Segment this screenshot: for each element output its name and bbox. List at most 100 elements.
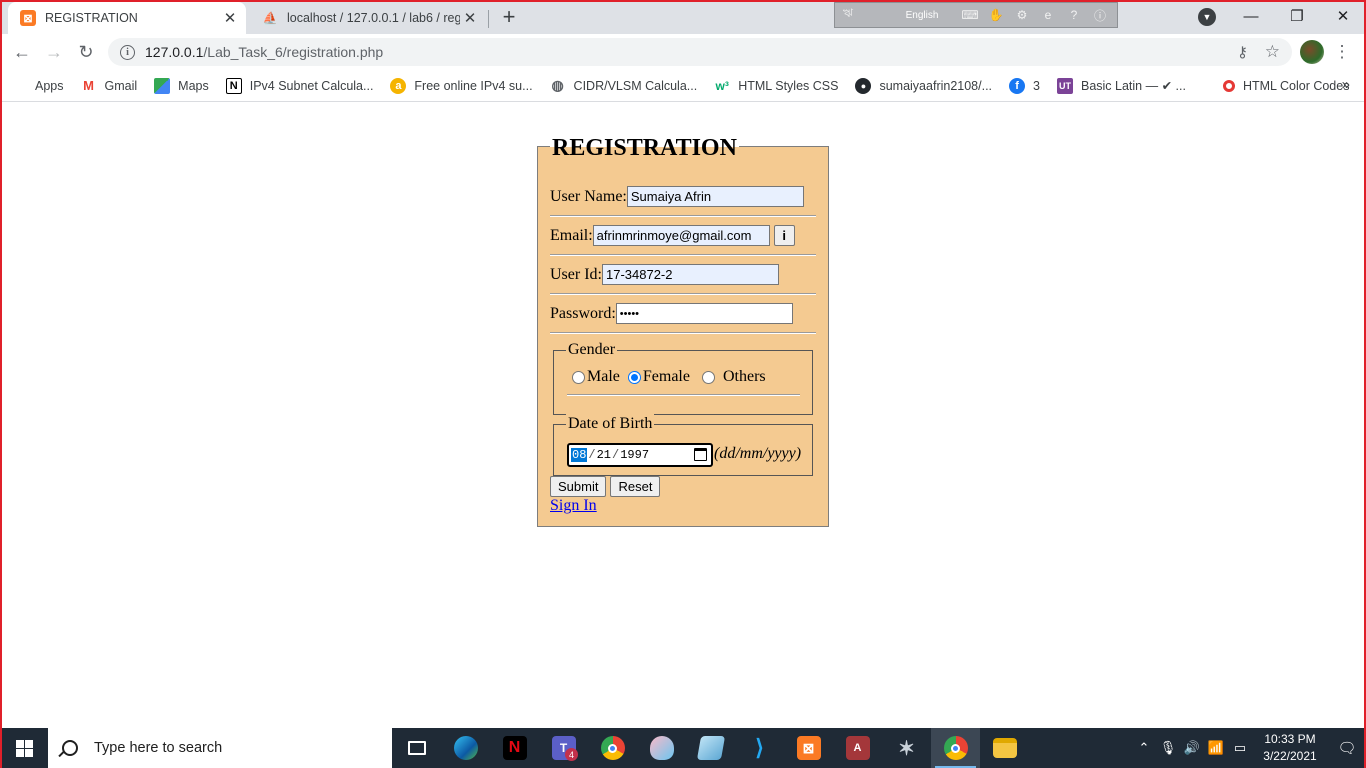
chevron-right-icon[interactable]: » (1342, 76, 1350, 93)
tab-separator (488, 10, 489, 28)
forward-arrow-icon[interactable]: → (40, 38, 68, 66)
pin-icon[interactable] (861, 5, 887, 25)
email-info-button[interactable]: i (773, 225, 795, 246)
xampp-icon: ⊠ (20, 10, 36, 26)
microphone-icon[interactable]: 🎙 (1156, 740, 1180, 756)
dob-day[interactable]: 21 (597, 448, 611, 462)
male-radio[interactable] (572, 370, 585, 384)
userid-input[interactable]: 17-34872-2 (601, 264, 779, 285)
speaker-icon[interactable]: 🔊 (1180, 740, 1204, 756)
email-row: Email: afrinmrinmoye@gmail.com i (550, 225, 795, 246)
profile-avatar[interactable] (1300, 40, 1324, 64)
w3schools-icon: w³ (715, 78, 729, 93)
task-view-button[interactable] (392, 728, 441, 768)
dob-date-input[interactable]: 08/21/1997 (567, 443, 713, 467)
dob-month[interactable]: 08 (571, 448, 588, 462)
file-explorer-icon (992, 738, 1017, 758)
hand-icon[interactable]: ✋ (983, 5, 1009, 25)
close-tab-icon[interactable]: ✕ (460, 8, 480, 28)
sign-in-link[interactable]: Sign In (550, 497, 597, 515)
netflix-icon: N (502, 736, 527, 760)
close-window-icon[interactable]: ✕ (1320, 0, 1366, 32)
email-input[interactable]: afrinmrinmoye@gmail.com (592, 225, 770, 246)
bookmark-github[interactable]: ● sumaiyaafrin2108/... (855, 77, 992, 94)
bookmark-label: CIDR/VLSM Calcula... (573, 78, 698, 93)
password-key-icon[interactable]: ⚷ (1237, 43, 1248, 61)
site-info-icon[interactable]: i (120, 44, 135, 60)
xampp-button[interactable]: ⊠ (784, 728, 833, 768)
bookmark-free-ipv4[interactable]: a Free online IPv4 su... (390, 77, 533, 94)
bookmark-label: Basic Latin — ✔ ... (1080, 79, 1186, 93)
dob-fieldset: Date of Birth 08/21/1997 (dd/mm/yyyy) (553, 414, 813, 476)
url-path: /Lab_Task_6/registration.php (203, 44, 384, 60)
button-row: Submit Reset (550, 476, 661, 497)
tab-search-icon[interactable]: ▼ (1198, 8, 1216, 26)
notepad-icon (696, 736, 725, 760)
file-explorer-button[interactable] (980, 728, 1029, 768)
wifi-icon[interactable]: 📶 (1204, 740, 1228, 756)
username-input[interactable]: Sumaiya Afrin (626, 186, 804, 207)
edge-button[interactable] (441, 728, 490, 768)
start-button[interactable] (0, 728, 48, 768)
battery-icon[interactable]: ▭ (1228, 740, 1252, 756)
chevron-up-icon[interactable]: ⌃ (1132, 740, 1156, 756)
bookmark-gmail[interactable]: M Gmail (81, 78, 138, 94)
help-icon[interactable]: ? (1061, 5, 1087, 25)
password-input[interactable]: ••••• (615, 303, 793, 324)
tab-phpmyadmin[interactable]: ⛵ localhost / 127.0.0.1 / lab6 / regis ✕ (250, 2, 486, 34)
taskbar-search[interactable]: Type here to search (48, 728, 392, 768)
gmail-icon: M (83, 78, 94, 93)
password-row: Password: ••••• (550, 303, 793, 324)
bookmark-facebook[interactable]: f 3 (1009, 77, 1040, 94)
bookmark-html-color[interactable]: HTML Color Codes (1222, 79, 1349, 93)
chrome-button[interactable] (588, 728, 637, 768)
info-icon[interactable]: ⓘ (1087, 5, 1113, 25)
reset-button[interactable]: Reset (610, 476, 661, 497)
network-app-button[interactable]: ✶ (882, 728, 931, 768)
others-radio[interactable] (701, 370, 715, 384)
restore-icon[interactable]: ❐ (1274, 0, 1320, 32)
close-tab-icon[interactable]: ✕ (220, 8, 240, 28)
settings-icon[interactable]: ⚙ (1009, 5, 1035, 25)
submit-button[interactable]: Submit (550, 476, 607, 497)
bangla-keyboard-icon[interactable]: ঋ (835, 5, 861, 25)
divider (550, 215, 816, 217)
netflix-button[interactable]: N (490, 728, 539, 768)
network-icon: ✶ (898, 737, 915, 760)
paint-button[interactable] (637, 728, 686, 768)
ie-icon[interactable]: e (1035, 5, 1061, 25)
language-selector[interactable]: English (887, 10, 957, 21)
clock[interactable]: 10:33 PM 3/22/2021 (1252, 731, 1328, 765)
notification-icon[interactable]: 🗨 (1328, 739, 1366, 757)
notepad-button[interactable] (686, 728, 735, 768)
teams-button[interactable]: T4 (539, 728, 588, 768)
bookmark-maps[interactable]: Maps (154, 77, 209, 94)
minimize-icon[interactable]: — (1228, 0, 1274, 32)
bookmark-html-styles[interactable]: w³ HTML Styles CSS (714, 78, 839, 94)
address-bar[interactable]: i 127.0.0.1/Lab_Task_6/registration.php … (108, 38, 1292, 66)
keyboard-icon[interactable]: ⌨ (957, 5, 983, 25)
back-arrow-icon[interactable]: ← (8, 38, 36, 66)
calendar-icon[interactable] (694, 448, 707, 461)
chrome-active-button[interactable] (931, 728, 980, 768)
access-button[interactable]: A (833, 728, 882, 768)
chrome-icon (600, 736, 625, 760)
registration-legend: REGISTRATION (550, 134, 739, 162)
color-icon (1222, 79, 1235, 92)
new-tab-button[interactable]: + (497, 4, 521, 29)
reload-icon[interactable]: ↻ (72, 38, 100, 66)
female-radio[interactable] (627, 370, 641, 384)
tab-registration[interactable]: ⊠ REGISTRATION ✕ (8, 2, 246, 34)
bookmark-cidr[interactable]: ◍ CIDR/VLSM Calcula... (550, 77, 698, 94)
bookmark-apps[interactable]: Apps (14, 79, 64, 93)
bookmark-basic-latin[interactable]: UT Basic Latin — ✔ ... (1056, 77, 1186, 94)
bookmark-label: Gmail (104, 78, 138, 93)
chrome-active-icon (943, 736, 968, 760)
bookmark-ipv4-subnet[interactable]: N IPv4 Subnet Calcula... (225, 77, 373, 94)
more-menu-icon[interactable]: ⋮ (1334, 40, 1351, 64)
vscode-button[interactable]: ⟩ (735, 728, 784, 768)
github-icon: ● (855, 77, 872, 94)
bookmark-star-icon[interactable]: ☆ (1265, 42, 1280, 62)
globe-icon: ◍ (551, 77, 564, 93)
dob-year[interactable]: 1997 (620, 448, 649, 462)
